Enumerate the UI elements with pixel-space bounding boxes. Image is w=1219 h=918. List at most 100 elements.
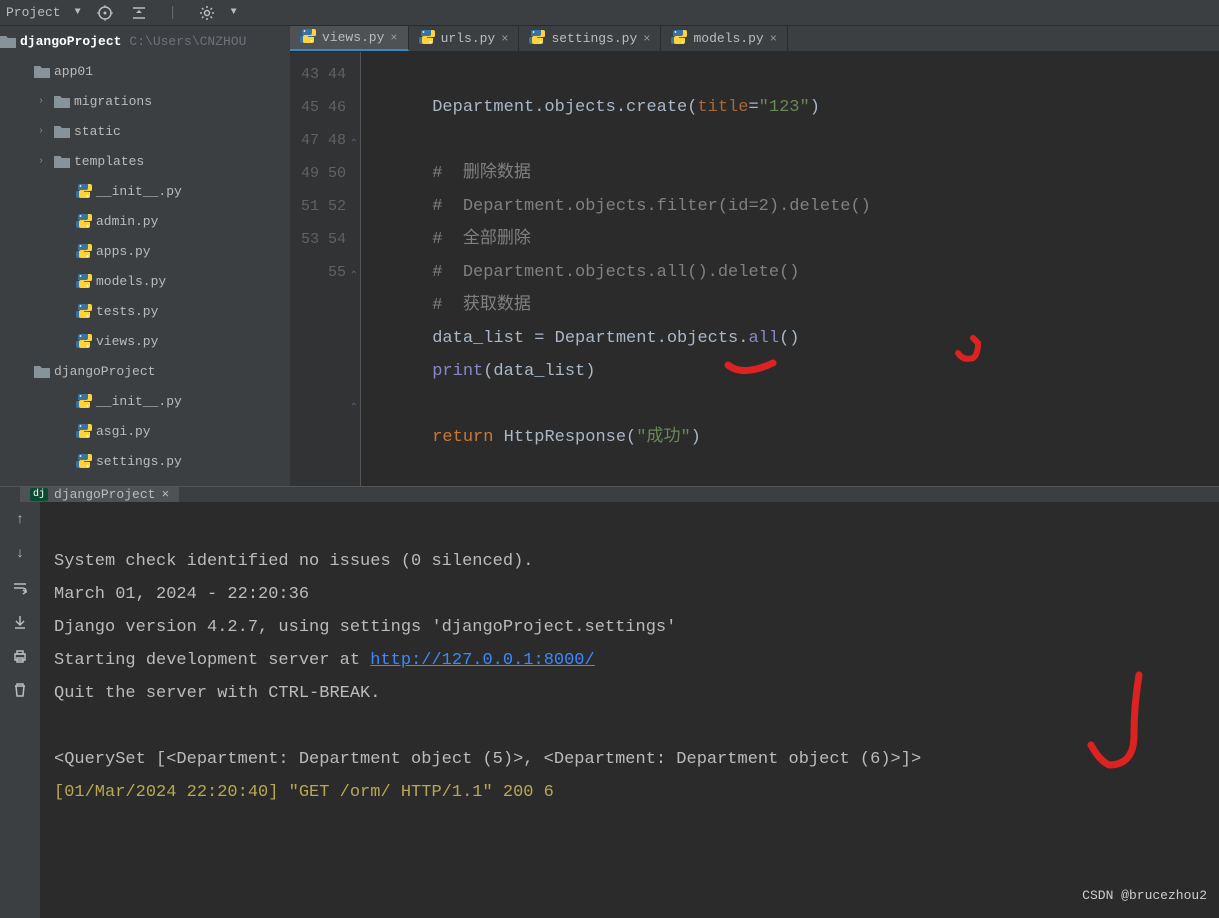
chevron-right-icon: › [38,96,50,107]
arrow-up-icon[interactable]: ↑ [10,510,30,530]
tree-item-label: admin.py [96,214,158,229]
close-icon[interactable]: × [501,32,508,46]
tree-root[interactable]: djangoProject C:\Users\CNZHOU [0,26,290,56]
fold-icon[interactable]: ⌃ [350,128,358,161]
python-file-icon [76,273,92,289]
download-icon[interactable] [10,612,30,632]
tree-folder[interactable]: ›templates [0,146,290,176]
terminal-tabs: dj djangoProject × [0,487,1219,502]
tree-folder[interactable]: › migrations [0,86,290,116]
chevron-right-icon: › [38,156,50,167]
tab-label: views.py [322,30,384,45]
tree-item-label: __init__.py [96,394,182,409]
tree-folder[interactable]: ›static [0,116,290,146]
server-url-link[interactable]: http://127.0.0.1:8000/ [370,651,594,670]
editor: views.py×urls.py×settings.py×models.py× … [290,26,1219,486]
wrap-icon[interactable] [10,578,30,598]
tree-item-label: app01 [54,64,93,79]
terminal-line: Quit the server with CTRL-BREAK. [54,684,380,703]
tree-item-label: __init__.py [96,184,182,199]
close-icon[interactable]: × [390,31,397,45]
tree-file[interactable]: admin.py [0,206,290,236]
folder-icon [34,63,50,79]
folder-icon [0,33,16,49]
tab-label: settings.py [551,31,637,46]
fold-icon[interactable]: ⌃ [350,260,358,293]
folder-icon [54,123,70,139]
close-icon[interactable]: × [161,487,169,502]
code-comment: # 获取数据 [371,296,531,315]
python-file-icon [76,423,92,439]
close-icon[interactable]: × [770,32,777,46]
code-comment: # Department.objects.filter(id=2).delete… [371,197,871,216]
chevron-down-icon[interactable]: ▼ [75,7,81,18]
tree-item-label: djangoProject [54,364,155,379]
tree-item-label: apps.py [96,244,151,259]
close-icon[interactable]: × [643,32,650,46]
collapse-icon[interactable] [129,3,149,23]
python-file-icon [76,183,92,199]
trash-icon[interactable] [10,680,30,700]
code-area[interactable]: Department.objects.create(title="123") #… [360,52,1219,486]
editor-tab[interactable]: models.py × [661,26,787,51]
python-file-icon [671,29,687,49]
root-name: djangoProject [20,34,121,49]
arrow-down-icon[interactable]: ↓ [10,544,30,564]
tree-file[interactable]: settings.py [0,446,290,476]
editor-tab[interactable]: views.py × [290,26,409,51]
code-comment: # 删除数据 [371,164,531,183]
python-file-icon [76,393,92,409]
terminal-line: [01/Mar/2024 22:20:40] "GET /orm/ HTTP/1… [54,783,554,802]
terminal-panel: dj djangoProject × ↑ ↓ System check iden… [0,486,1219,798]
terminal-line: March 01, 2024 - 22:20:36 [54,585,309,604]
chevron-down-icon[interactable]: ▼ [231,7,237,18]
editor-tab[interactable]: settings.py × [519,26,661,51]
tree-file[interactable]: __init__.py [0,176,290,206]
folder-icon [54,153,70,169]
tree-folder[interactable]: djangoProject [0,356,290,386]
fold-icon[interactable]: ⌃ [350,392,358,425]
terminal-output[interactable]: System check identified no issues (0 sil… [40,502,1219,918]
divider-icon: | [163,3,183,23]
tree-file[interactable]: views.py [0,326,290,356]
terminal-line: <QuerySet [<Department: Department objec… [54,750,921,769]
tree-item-label: views.py [96,334,158,349]
toolbar: Project ▼ | ▼ [0,0,1219,26]
print-icon[interactable] [10,646,30,666]
terminal-line: Django version 4.2.7, using settings 'dj… [54,618,676,637]
code-comment: # Department.objects.all().delete() [371,263,799,282]
tree-item-label: models.py [96,274,166,289]
terminal-tab-label: djangoProject [54,487,155,502]
gear-icon[interactable] [197,3,217,23]
terminal-tab[interactable]: dj djangoProject × [20,487,179,502]
python-file-icon [76,243,92,259]
editor-tab[interactable]: urls.py × [409,26,520,51]
annotation-checkmark-icon [997,632,1149,821]
tree-file[interactable]: asgi.py [0,416,290,446]
tree-item-label: migrations [74,94,152,109]
code-comment: # 全部删除 [371,230,531,249]
watermark: CSDN @brucezhou2 [1082,879,1207,912]
python-file-icon [419,29,435,49]
tree-file[interactable]: tests.py [0,296,290,326]
python-file-icon [76,213,92,229]
python-file-icon [76,333,92,349]
tree-file[interactable]: __init__.py [0,386,290,416]
tree-file[interactable]: apps.py [0,236,290,266]
python-file-icon [529,29,545,49]
python-file-icon [76,303,92,319]
line-gutter: 43 44 45 46 47 48 49 50 51 52 53 54 55 ⌃… [290,52,360,486]
project-tree[interactable]: djangoProject C:\Users\CNZHOU app01 › migr… [0,26,290,486]
tree-item-label: asgi.py [96,424,151,439]
tree-folder[interactable]: app01 [0,56,290,86]
tab-label: models.py [693,31,763,46]
python-file-icon [76,453,92,469]
tab-label: urls.py [441,31,496,46]
target-icon[interactable] [95,3,115,23]
chevron-right-icon: › [38,126,50,137]
python-file-icon [300,28,316,48]
tree-item-label: tests.py [96,304,158,319]
terminal-toolbar: ↑ ↓ [0,502,40,918]
annotation-checkmark-icon [851,290,1003,409]
tree-file[interactable]: models.py [0,266,290,296]
